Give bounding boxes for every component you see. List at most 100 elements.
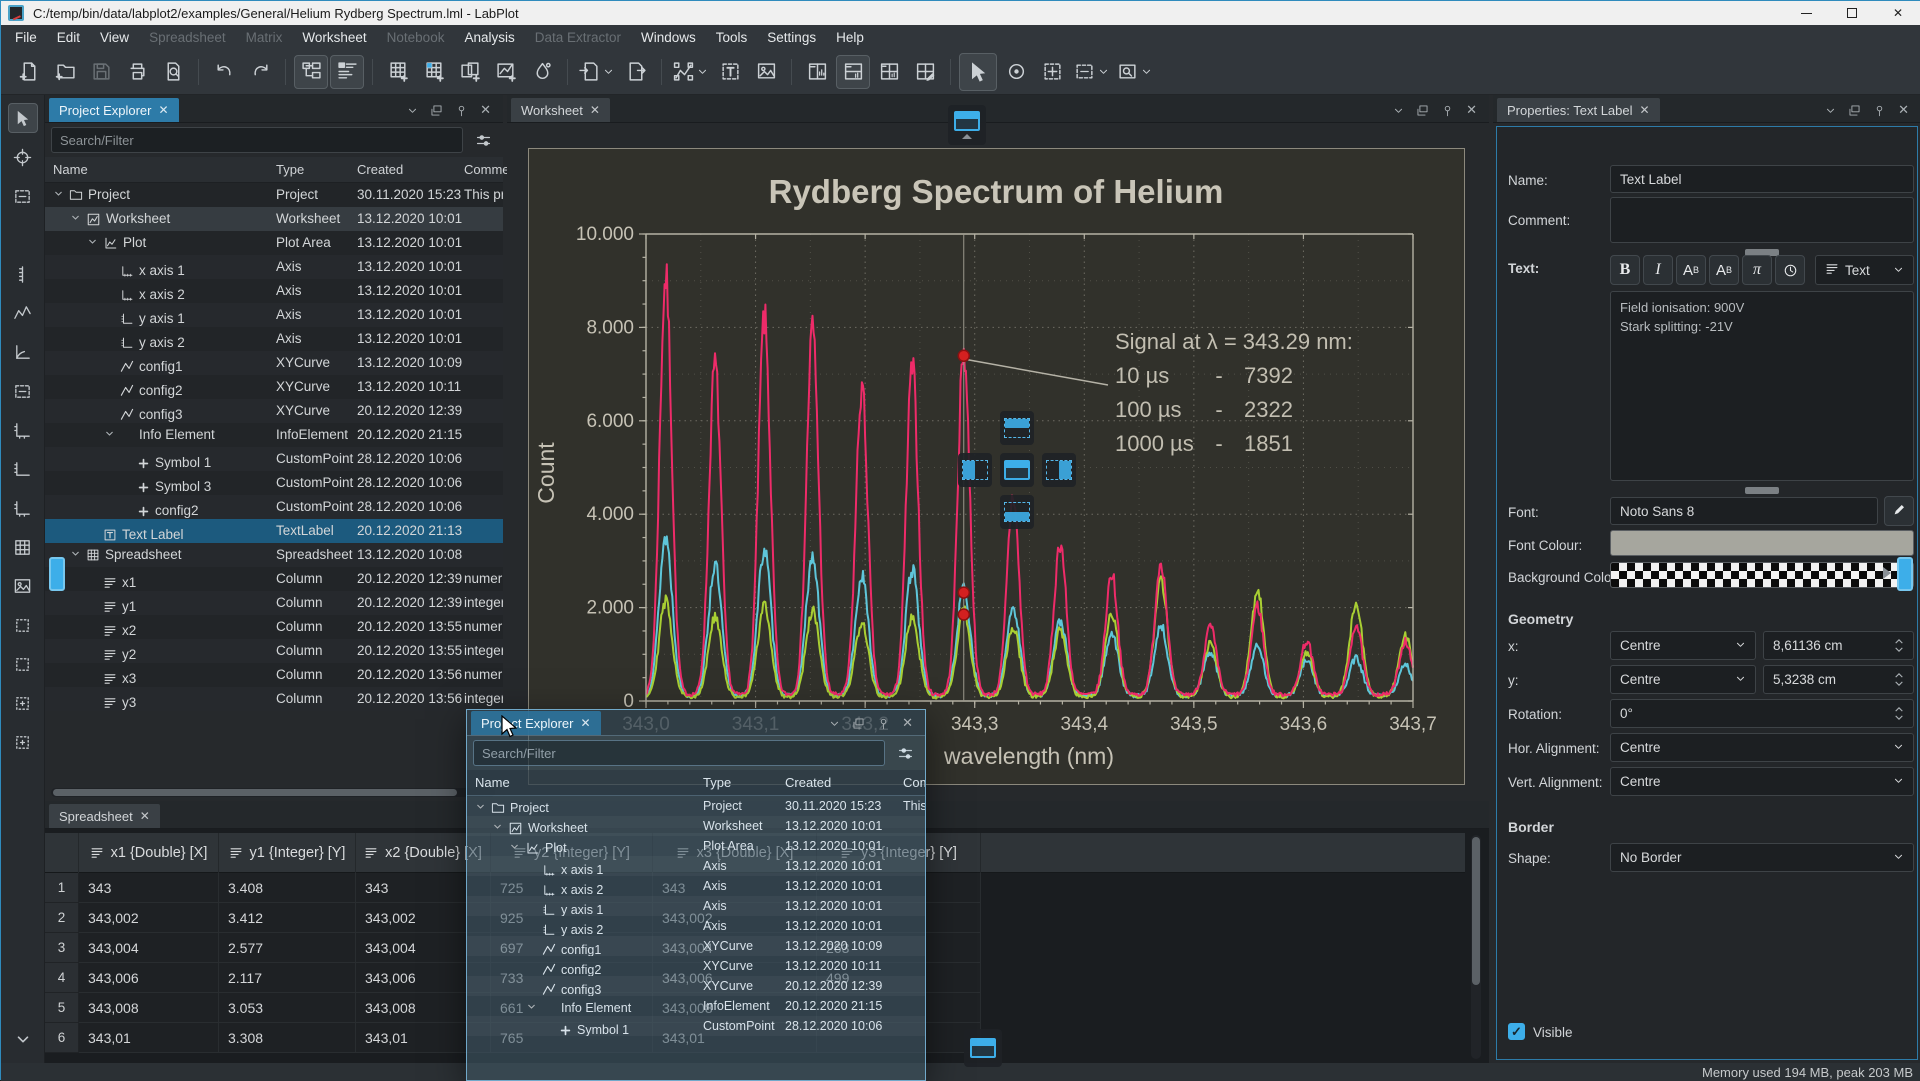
select-region-button[interactable] <box>1071 55 1112 89</box>
text-content-editor[interactable]: Field ionisation: 900V Stark splitting: … <box>1610 291 1914 481</box>
import-button[interactable] <box>576 55 617 89</box>
horizontal-scrollbar[interactable] <box>51 788 495 797</box>
row-number[interactable]: 1 <box>45 873 79 903</box>
subscript-button[interactable]: AB <box>1709 255 1739 285</box>
save-project-button[interactable] <box>84 55 118 89</box>
dock-float-icon[interactable] <box>1848 104 1861 117</box>
tree-row-config3[interactable]: config3XYCurve20.12.2020 12:39 <box>467 976 925 996</box>
tab-spreadsheet[interactable]: Spreadsheet ✕ <box>49 804 160 828</box>
row-number[interactable]: 4 <box>45 963 79 993</box>
tree-row-y-axis-2[interactable]: y axis 2Axis13.12.2020 10:01 <box>467 916 925 936</box>
column-header-type[interactable]: Type <box>703 775 731 790</box>
new-datapicker-button[interactable] <box>489 55 523 89</box>
menu-windows[interactable]: Windows <box>631 25 706 49</box>
toggle-properties-explorer-button[interactable] <box>330 55 364 89</box>
cell[interactable]: 3.308 <box>219 1023 356 1053</box>
filter-options-icon[interactable] <box>891 740 919 766</box>
close-icon[interactable]: ✕ <box>158 103 168 117</box>
cell[interactable]: 343,004 <box>79 933 219 963</box>
worksheet-tool-vruler-4[interactable] <box>8 259 38 289</box>
tree-row-y-axis-1[interactable]: y axis 1Axis13.12.2020 10:01 <box>45 303 503 327</box>
tree-row-x-axis-2[interactable]: x axis 2Axis13.12.2020 10:01 <box>467 876 925 896</box>
navigate-button[interactable] <box>999 55 1033 89</box>
worksheet-tool-dashbox2-3[interactable] <box>8 220 38 250</box>
tree-row-symbol-3[interactable]: Symbol 3CustomPoint28.12.2020 10:06 <box>45 471 503 495</box>
dock-options-icon[interactable] <box>1825 105 1836 116</box>
worksheet-tool-dotbox2-15[interactable] <box>8 688 38 718</box>
tree-row-x-axis-1[interactable]: x axis 1Axis13.12.2020 10:01 <box>467 856 925 876</box>
filter-options-icon[interactable] <box>469 127 497 153</box>
x-anchor-select[interactable]: Centre <box>1610 631 1756 660</box>
worksheet-tool-dotbox-13[interactable] <box>8 610 38 640</box>
x-position-spinbox[interactable]: 8,61136 cm <box>1763 631 1914 660</box>
cell[interactable]: 3.408 <box>219 873 356 903</box>
vertical-layout-button[interactable] <box>800 55 834 89</box>
menu-worksheet[interactable]: Worksheet <box>292 25 376 49</box>
worksheet-tool-anglesm-6[interactable] <box>8 337 38 367</box>
menu-edit[interactable]: Edit <box>47 25 90 49</box>
toolbar-overflow-chevron-icon[interactable] <box>14 1030 32 1053</box>
worksheet-tool-axisL-8[interactable] <box>8 415 38 445</box>
minimize-button[interactable] <box>1783 1 1829 25</box>
y-position-spinbox[interactable]: 5,3238 cm <box>1763 665 1914 694</box>
tree-row-config3[interactable]: config3XYCurve20.12.2020 12:39 <box>45 399 503 423</box>
border-shape-select[interactable]: No Border <box>1610 843 1914 872</box>
cell[interactable]: 343,008 <box>79 993 219 1023</box>
worksheet-tool-dotbox2-16[interactable] <box>8 727 38 757</box>
comment-input[interactable] <box>1610 197 1914 243</box>
new-spreadsheet-button[interactable] <box>381 55 415 89</box>
cell[interactable]: 343,002 <box>79 903 219 933</box>
tree-row-y-axis-2[interactable]: y axis 2Axis13.12.2020 10:01 <box>45 327 503 351</box>
tree-row-project[interactable]: ProjectProject30.11.2020 15:23This proje <box>467 796 925 816</box>
rotation-spinbox[interactable]: 0° <box>1610 699 1914 728</box>
tab-project-explorer-floating[interactable]: Project Explorer ✕ <box>471 711 601 735</box>
font-input[interactable]: Noto Sans 8 <box>1610 497 1878 525</box>
tab-project-explorer[interactable]: Project Explorer ✕ <box>49 98 179 122</box>
tree-row-y1[interactable]: y1Column20.12.2020 12:39integer da <box>45 591 503 615</box>
tree-row-x-axis-1[interactable]: x axis 1Axis13.12.2020 10:01 <box>45 255 503 279</box>
bold-button[interactable]: B <box>1610 255 1640 285</box>
tree-row-symbol-1[interactable]: Symbol 1CustomPoint28.12.2020 10:06 <box>467 1016 925 1036</box>
column-header-x1[interactable]: x1 {Double} [X] <box>79 833 219 873</box>
tab-properties-text-label[interactable]: Properties: Text Label ✕ <box>1497 98 1660 122</box>
worksheet-tool-zigsmall-5[interactable] <box>8 298 38 328</box>
menu-matrix[interactable]: Matrix <box>236 25 293 49</box>
y-anchor-select[interactable]: Centre <box>1610 665 1756 694</box>
datetime-button[interactable] <box>1775 255 1805 285</box>
menu-tools[interactable]: Tools <box>706 25 758 49</box>
tree-row-info-element[interactable]: Info ElementInfoElement20.12.2020 21:15 <box>45 423 503 447</box>
hor-alignment-select[interactable]: Centre <box>1610 733 1914 762</box>
print-preview-button[interactable] <box>156 55 190 89</box>
tree-row-config2[interactable]: config2CustomPoint28.12.2020 10:06 <box>45 495 503 519</box>
tree-row-x1[interactable]: x1Column20.12.2020 12:39numerical <box>45 567 503 591</box>
row-number[interactable]: 3 <box>45 933 79 963</box>
pi-button[interactable]: π <box>1742 255 1772 285</box>
menu-analysis[interactable]: Analysis <box>454 25 524 49</box>
tree-row-config2[interactable]: config2XYCurve13.12.2020 10:11 <box>45 375 503 399</box>
floating-project-explorer[interactable]: Project Explorer ✕ ✕ Search/Filter NameT… <box>466 709 926 1081</box>
tree-row-plot[interactable]: PlotPlot Area13.12.2020 10:01 <box>467 836 925 856</box>
italic-button[interactable]: I <box>1643 255 1673 285</box>
dock-pin-icon[interactable] <box>1441 104 1454 117</box>
close-icon[interactable]: ✕ <box>580 716 590 730</box>
tree-row-plot[interactable]: PlotPlot Area13.12.2020 10:01 <box>45 231 503 255</box>
tree-row-info-element[interactable]: Info ElementInfoElement20.12.2020 21:15 <box>467 996 925 1016</box>
font-picker-button[interactable] <box>1884 496 1914 526</box>
zoom-and-select-button[interactable] <box>1035 55 1069 89</box>
section-grip[interactable] <box>1745 487 1779 494</box>
menu-help[interactable]: Help <box>826 25 874 49</box>
menu-spreadsheet[interactable]: Spreadsheet <box>139 25 236 49</box>
print-button[interactable] <box>120 55 154 89</box>
cell[interactable]: 2.577 <box>219 933 356 963</box>
open-project-button[interactable] <box>48 55 82 89</box>
tree-row-y2[interactable]: y2Column20.12.2020 13:55integer da <box>45 639 503 663</box>
close-icon[interactable]: ✕ <box>590 103 600 117</box>
worksheet-tool-axisL-10[interactable] <box>8 493 38 523</box>
row-number[interactable]: 2 <box>45 903 79 933</box>
close-icon[interactable]: ✕ <box>1640 103 1650 117</box>
worksheet-tool-imgbox-12[interactable] <box>8 571 38 601</box>
worksheet-tool-dashbox-2[interactable] <box>8 181 38 211</box>
tree-row-project[interactable]: ProjectProject30.11.2020 15:23This proje <box>45 183 503 207</box>
worksheet-tool-grid3-11[interactable] <box>8 532 38 562</box>
close-button[interactable]: ✕ <box>1875 1 1920 25</box>
